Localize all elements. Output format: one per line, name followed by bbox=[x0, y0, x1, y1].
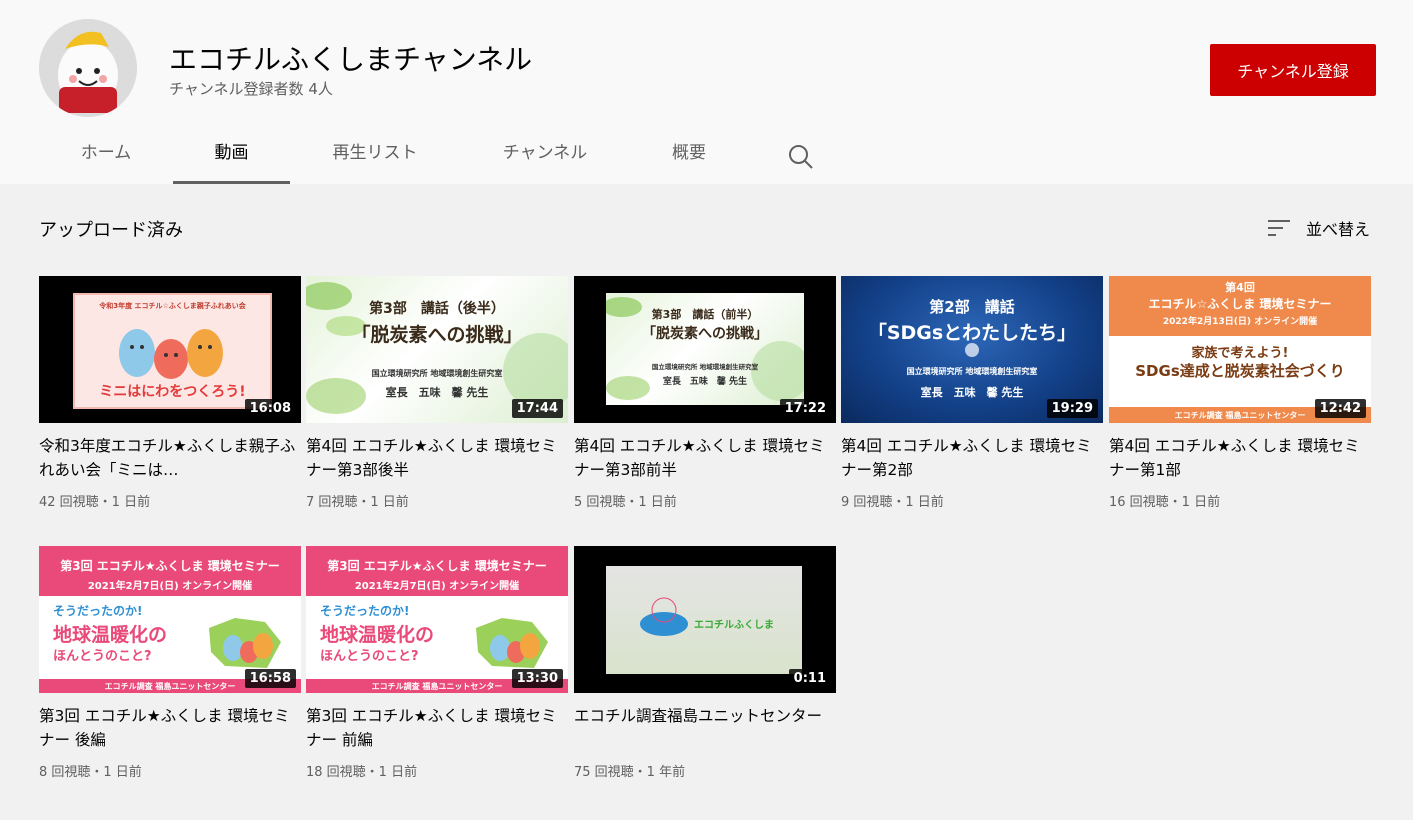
haniwa-illustration bbox=[119, 329, 223, 379]
thumbnail-speaker: 室長 五味 馨 先生 bbox=[385, 386, 489, 399]
thumbnail-caption: 第3部 講話（後半） bbox=[369, 301, 505, 317]
video-card[interactable]: 第3部 講話（後半） 「脱炭素への挑戦」 国立環境研究所 地域環境創生研究室 室… bbox=[306, 276, 568, 510]
video-thumbnail[interactable]: 第3部 講話（後半） 「脱炭素への挑戦」 国立環境研究所 地域環境創生研究室 室… bbox=[306, 276, 568, 423]
video-title[interactable]: 令和3年度エコチル★ふくしま親子ふれあい会「ミニは… bbox=[39, 434, 301, 482]
video-meta: 18 回視聴・1 日前 bbox=[306, 765, 418, 780]
thumbnail-caption: 第3回 エコチル★ふくしま 環境セミナー bbox=[327, 559, 547, 573]
video-duration: 16:58 bbox=[244, 669, 296, 688]
thumbnail-headline: 「SDGsとわたしたち」 bbox=[867, 322, 1077, 344]
tab-about[interactable]: 概要 bbox=[654, 130, 724, 184]
video-card[interactable]: 第3部 講話（前半） 「脱炭素への挑戦」 国立環境研究所 地域環境創生研究室 室… bbox=[574, 276, 836, 510]
thumbnail-headline: SDGs達成と脱炭素社会づくり bbox=[1135, 362, 1345, 380]
section-title: アップロード済み bbox=[39, 220, 183, 241]
video-meta: 42 回視聴・1 日前 bbox=[39, 495, 151, 510]
video-title[interactable]: エコチル調査福島ユニットセンター bbox=[574, 704, 836, 752]
thumbnail-subheading: そうだったのか! bbox=[320, 604, 410, 618]
channel-tabs: ホーム 動画 再生リスト チャンネル 概要 bbox=[0, 130, 900, 184]
thumbnail-speaker: 室長 五味 馨 先生 bbox=[920, 386, 1024, 399]
thumbnail-headline: 「脱炭素への挑戦」 bbox=[351, 324, 523, 346]
thumbnail-artwork: エコチルふくしま bbox=[606, 566, 802, 674]
video-title[interactable]: 第3回 エコチル★ふくしま 環境セミナー 前編 bbox=[306, 704, 568, 752]
video-thumbnail[interactable]: 令和3年度 エコチル☆ふくしま親子ふれあい会 ミニはにわをつくろう! 16:08 bbox=[39, 276, 301, 423]
play-icon bbox=[965, 342, 979, 357]
video-meta: 8 回視聴・1 日前 bbox=[39, 765, 142, 780]
video-card[interactable]: 第3回 エコチル★ふくしま 環境セミナー 2021年2月7日(日) オンライン開… bbox=[306, 546, 568, 780]
thumbnail-subtitle: ほんとうのこと? bbox=[320, 649, 419, 664]
tab-channels[interactable]: チャンネル bbox=[484, 130, 606, 184]
thumbnail-affiliation: 国立環境研究所 地域環境創生研究室 bbox=[371, 369, 503, 378]
video-title[interactable]: 第4回 エコチル★ふくしま 環境セミナー第2部 bbox=[841, 434, 1103, 482]
thumbnail-caption: 第4回 bbox=[1225, 281, 1255, 294]
mascot-illustration bbox=[476, 618, 548, 668]
mascot-avatar-image bbox=[39, 19, 137, 117]
thumbnail-artwork: 第3部 講話（前半） 「脱炭素への挑戦」 国立環境研究所 地域環境創生研究室 室… bbox=[606, 293, 804, 405]
thumbnail-headline: エコチルふくしま bbox=[694, 620, 774, 631]
thumbnail-event: エコチル☆ふくしま 環境セミナー bbox=[1148, 297, 1332, 311]
channel-header: エコチルふくしまチャンネル チャンネル登録者数 4人 チャンネル登録 ホーム 動… bbox=[0, 0, 1413, 184]
thumbnail-date: 2022年2月13日(日) オンライン開催 bbox=[1162, 317, 1318, 327]
video-duration: 12:42 bbox=[1314, 399, 1366, 418]
sort-button[interactable]: 並べ替え bbox=[1266, 215, 1370, 241]
video-duration: 17:44 bbox=[511, 399, 563, 418]
thumbnail-caption: 第2部 講話 bbox=[929, 298, 1015, 316]
subscriber-count: チャンネル登録者数 4人 bbox=[169, 80, 333, 98]
video-title[interactable]: 第4回 エコチル★ふくしま 環境セミナー第1部 bbox=[1109, 434, 1371, 482]
sort-label: 並べ替え bbox=[1306, 220, 1371, 239]
video-card[interactable]: 第2部 講話 「SDGsとわたしたち」 国立環境研究所 地域環境創生研究室 室長… bbox=[841, 276, 1103, 510]
video-card[interactable]: 第3回 エコチル★ふくしま 環境セミナー 2021年2月7日(日) オンライン開… bbox=[39, 546, 301, 780]
video-duration: 19:29 bbox=[1046, 399, 1098, 418]
thumbnail-headline: ミニはにわをつくろう! bbox=[99, 384, 246, 400]
video-card[interactable]: 令和3年度 エコチル☆ふくしま親子ふれあい会 ミニはにわをつくろう! 16:08… bbox=[39, 276, 301, 510]
thumbnail-subheading: 家族で考えよう! bbox=[1191, 346, 1289, 361]
mascot-illustration bbox=[209, 618, 281, 668]
video-thumbnail[interactable]: 第4回 エコチル☆ふくしま 環境セミナー 2022年2月13日(日) オンライン… bbox=[1109, 276, 1371, 423]
thumbnail-speaker: 室長 五味 馨 先生 bbox=[662, 377, 748, 387]
thumbnail-affiliation: 国立環境研究所 地域環境創生研究室 bbox=[651, 363, 759, 371]
video-meta: 7 回視聴・1 日前 bbox=[306, 495, 409, 510]
channel-avatar[interactable] bbox=[39, 19, 137, 117]
video-thumbnail[interactable]: 第2部 講話 「SDGsとわたしたち」 国立環境研究所 地域環境創生研究室 室長… bbox=[841, 276, 1103, 423]
video-duration: 0:11 bbox=[788, 669, 831, 688]
thumbnail-subheading: そうだったのか! bbox=[53, 604, 143, 618]
video-meta: 5 回視聴・1 日前 bbox=[574, 495, 677, 510]
thumbnail-date: 2021年2月7日(日) オンライン開催 bbox=[354, 581, 520, 592]
tab-home[interactable]: ホーム bbox=[63, 130, 149, 184]
thumbnail-caption: 第3部 講話（前半） bbox=[651, 308, 759, 321]
video-duration: 13:30 bbox=[511, 669, 563, 688]
video-thumbnail[interactable]: 第3部 講話（前半） 「脱炭素への挑戦」 国立環境研究所 地域環境創生研究室 室… bbox=[574, 276, 836, 423]
video-title[interactable]: 第3回 エコチル★ふくしま 環境セミナー 後編 bbox=[39, 704, 301, 752]
video-meta: 9 回視聴・1 日前 bbox=[841, 495, 944, 510]
video-duration: 16:08 bbox=[244, 399, 296, 418]
thumbnail-subtitle: ほんとうのこと? bbox=[53, 649, 152, 664]
video-meta: 75 回視聴・1 年前 bbox=[574, 765, 686, 780]
search-icon[interactable] bbox=[786, 142, 816, 172]
thumbnail-headline: 「脱炭素への挑戦」 bbox=[642, 326, 768, 342]
tab-videos[interactable]: 動画 bbox=[173, 130, 290, 184]
thumbnail-headline: 地球温暖化の bbox=[320, 624, 435, 646]
video-thumbnail[interactable]: 第3回 エコチル★ふくしま 環境セミナー 2021年2月7日(日) オンライン開… bbox=[39, 546, 301, 693]
video-duration: 17:22 bbox=[779, 399, 831, 418]
subscribe-button[interactable]: チャンネル登録 bbox=[1210, 44, 1376, 96]
thumbnail-affiliation: 国立環境研究所 地域環境創生研究室 bbox=[906, 367, 1038, 376]
video-title[interactable]: 第4回 エコチル★ふくしま 環境セミナー第3部前半 bbox=[574, 434, 836, 482]
thumbnail-date: 2021年2月7日(日) オンライン開催 bbox=[87, 581, 253, 592]
video-thumbnail[interactable]: エコチルふくしま 0:11 bbox=[574, 546, 836, 693]
thumbnail-headline: 地球温暖化の bbox=[53, 624, 168, 646]
tab-playlists[interactable]: 再生リスト bbox=[314, 130, 436, 184]
video-card[interactable]: エコチルふくしま 0:11 エコチル調査福島ユニットセンター 75 回視聴・1 … bbox=[574, 546, 836, 780]
channel-name: エコチルふくしまチャンネル bbox=[169, 43, 533, 76]
video-meta: 16 回視聴・1 日前 bbox=[1109, 495, 1221, 510]
video-title[interactable]: 第4回 エコチル★ふくしま 環境セミナー第3部後半 bbox=[306, 434, 568, 482]
thumbnail-caption: 令和3年度 エコチル☆ふくしま親子ふれあい会 bbox=[99, 302, 246, 310]
thumbnail-artwork: 令和3年度 エコチル☆ふくしま親子ふれあい会 ミニはにわをつくろう! bbox=[73, 293, 272, 409]
video-card[interactable]: 第4回 エコチル☆ふくしま 環境セミナー 2022年2月13日(日) オンライン… bbox=[1109, 276, 1371, 510]
video-thumbnail[interactable]: 第3回 エコチル★ふくしま 環境セミナー 2021年2月7日(日) オンライン開… bbox=[306, 546, 568, 693]
sort-icon bbox=[1268, 220, 1290, 236]
thumbnail-caption: 第3回 エコチル★ふくしま 環境セミナー bbox=[60, 559, 280, 573]
